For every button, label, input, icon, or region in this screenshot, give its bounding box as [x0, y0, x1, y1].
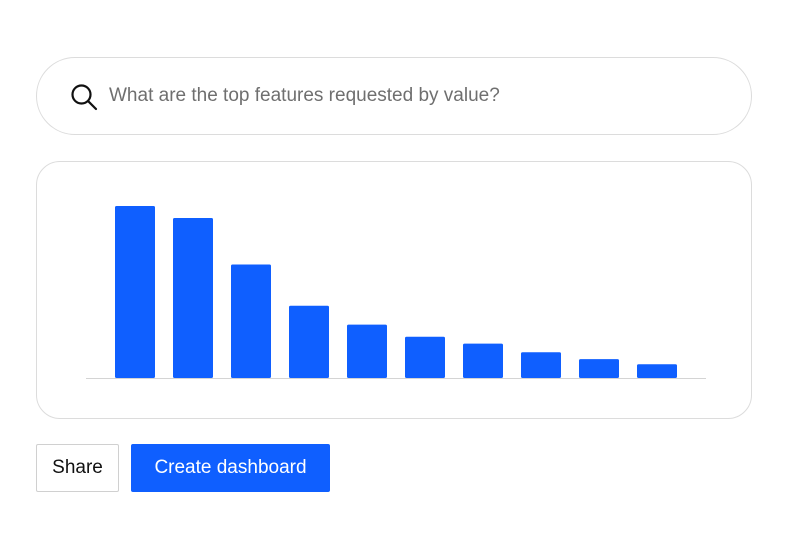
- chart-bar: [115, 206, 155, 378]
- chart-bar: [463, 343, 503, 378]
- chart-bar: [579, 359, 619, 378]
- chart-bar: [173, 218, 213, 378]
- chart-bar: [637, 364, 677, 378]
- bar-chart: [86, 206, 706, 379]
- chart-bar: [405, 336, 445, 378]
- search-input[interactable]: [109, 58, 709, 134]
- search-icon: [69, 82, 99, 112]
- create-dashboard-button[interactable]: Create dashboard: [131, 444, 330, 492]
- chart-card: [36, 161, 752, 419]
- search-bar[interactable]: [36, 57, 752, 135]
- chart-bar: [521, 352, 561, 378]
- chart-bar: [347, 324, 387, 378]
- chart-bar: [231, 264, 271, 378]
- share-button[interactable]: Share: [36, 444, 119, 492]
- chart-bar: [289, 305, 329, 378]
